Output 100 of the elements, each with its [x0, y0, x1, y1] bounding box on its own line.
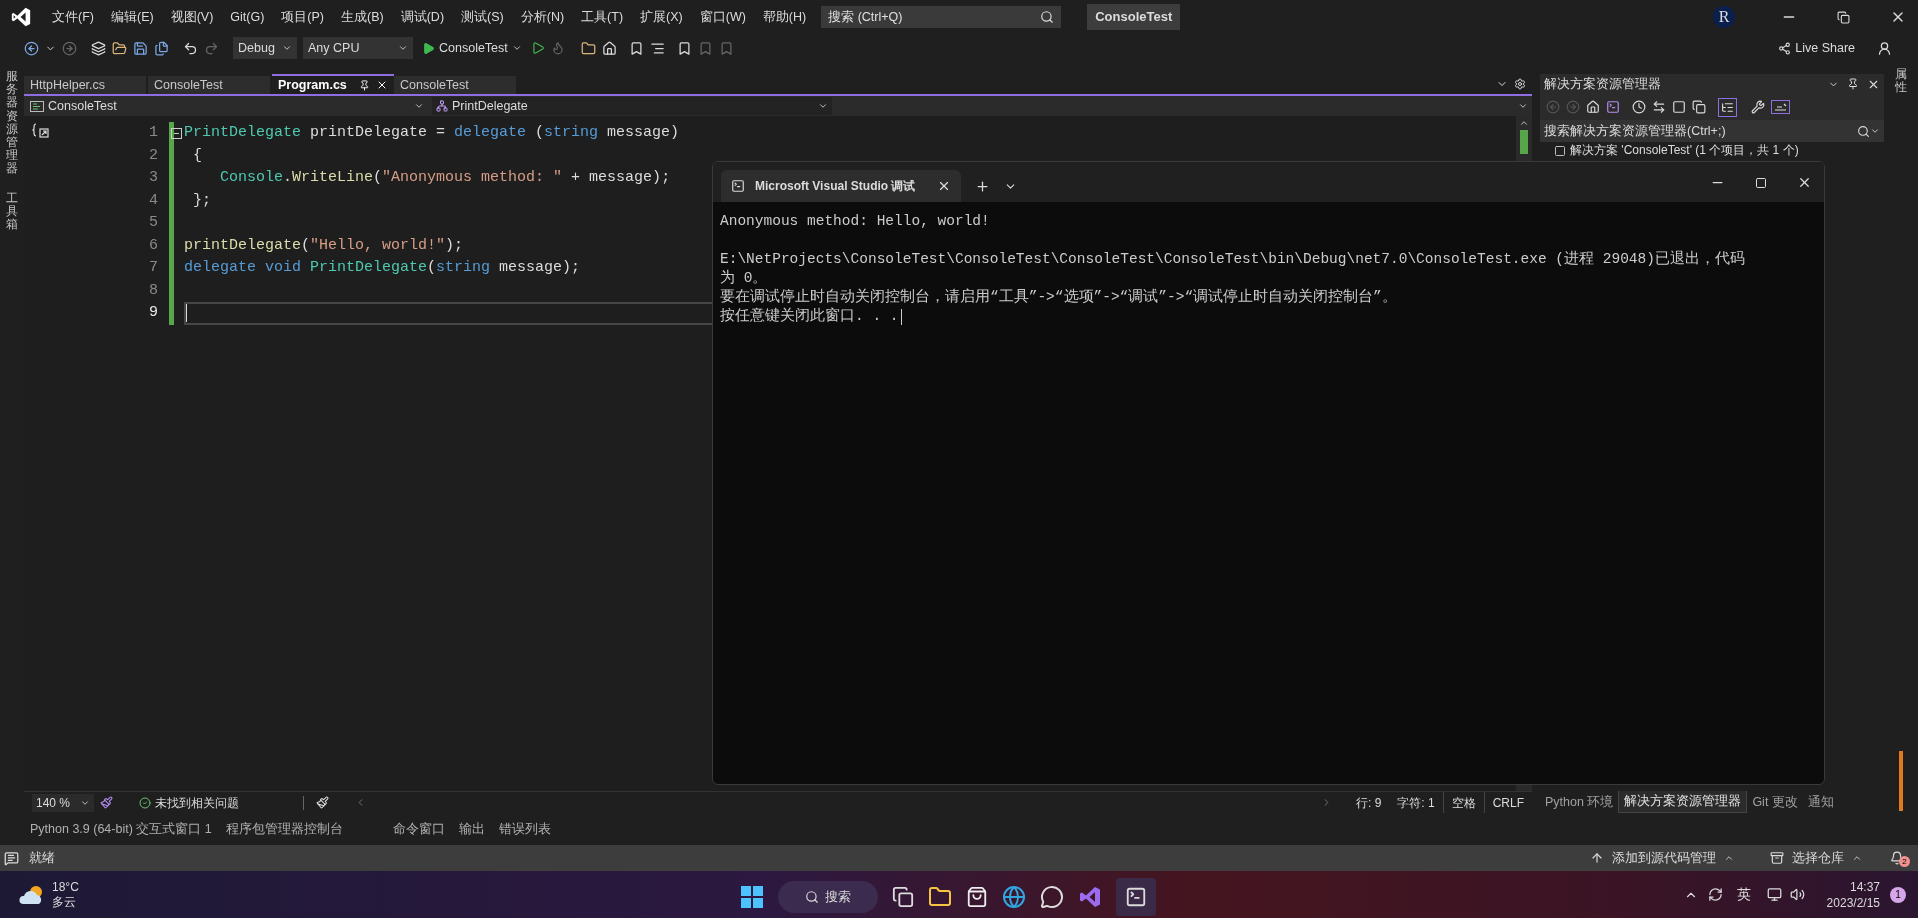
tool-window-tab[interactable]: 输出: [458, 819, 485, 839]
configuration-dropdown[interactable]: Debug: [233, 37, 297, 59]
line-ending-indicator[interactable]: CRLF: [1483, 792, 1532, 813]
source-control-button[interactable]: 添加到源代码管理: [1590, 848, 1734, 868]
close-icon[interactable]: [937, 179, 951, 193]
output-icon[interactable]: [4, 850, 19, 866]
menu-item[interactable]: 编辑(E): [102, 7, 162, 27]
home-icon[interactable]: [1586, 100, 1600, 114]
panel-tab[interactable]: Python 环境: [1540, 791, 1619, 813]
open-folder-icon[interactable]: [112, 40, 127, 56]
menu-item[interactable]: 分析(N): [512, 7, 573, 27]
terminal-app-button[interactable]: [1116, 878, 1156, 916]
settings-icon[interactable]: [1514, 78, 1526, 90]
home-icon[interactable]: [601, 40, 617, 56]
show-all-files-icon[interactable]: [1692, 100, 1706, 114]
flame-icon[interactable]: [550, 41, 565, 55]
member-dropdown[interactable]: PrintDelegate: [432, 96, 832, 116]
menu-item[interactable]: 窗口(W): [691, 7, 754, 27]
save-all-icon[interactable]: [154, 40, 169, 56]
project-dropdown[interactable]: ConsoleTest: [24, 96, 430, 116]
close-icon[interactable]: [376, 79, 388, 91]
restore-icon[interactable]: [1837, 10, 1850, 24]
undo-icon[interactable]: [183, 40, 198, 56]
pin-icon[interactable]: [1847, 78, 1859, 90]
document-tab[interactable]: ConsoleTest: [394, 76, 516, 94]
live-share-button[interactable]: Live Share: [1778, 38, 1855, 58]
folder-icon[interactable]: [580, 40, 596, 56]
redo-icon[interactable]: [204, 40, 219, 56]
menu-item[interactable]: 视图(V): [162, 7, 222, 27]
menu-item[interactable]: 工具(T): [573, 7, 632, 27]
preview-button[interactable]: [1771, 100, 1790, 114]
brush-icon[interactable]: [316, 796, 329, 809]
input-method[interactable]: 英: [1736, 884, 1751, 905]
zoom-dropdown[interactable]: 140 %: [32, 793, 94, 812]
tool-window-tab[interactable]: 错误列表: [498, 819, 551, 839]
scroll-up-icon[interactable]: [1519, 118, 1529, 128]
menu-item[interactable]: 生成(B): [333, 7, 392, 27]
start-icon[interactable]: [740, 885, 764, 909]
task-view-icon[interactable]: [892, 886, 914, 908]
menu-item[interactable]: 调试(D): [392, 7, 453, 27]
editor-app-icon[interactable]: [1078, 885, 1102, 909]
menu-item[interactable]: 扩展(X): [632, 7, 691, 27]
indent-icon[interactable]: [649, 40, 665, 56]
notification-badge[interactable]: 1: [1890, 886, 1906, 903]
maximize-icon[interactable]: [1755, 177, 1767, 189]
notifications-icon[interactable]: [1890, 851, 1904, 865]
volume-icon[interactable]: [1789, 887, 1805, 902]
save-icon[interactable]: [133, 40, 148, 56]
browser-icon[interactable]: [1002, 885, 1026, 909]
repository-button[interactable]: 选择仓库: [1770, 848, 1862, 868]
bookmark-icon[interactable]: [676, 40, 692, 56]
issues-indicator[interactable]: 未找到相关问题: [139, 793, 239, 812]
tool-window-tab[interactable]: Python 3.9 (64-bit) 交互式窗口 1: [30, 819, 212, 839]
menu-item[interactable]: 帮助(H): [754, 7, 815, 27]
sync-icon[interactable]: [1707, 887, 1723, 902]
clock-date[interactable]: 2023/2/15: [1826, 894, 1880, 911]
play-outline-icon[interactable]: [530, 41, 545, 55]
menu-item[interactable]: 项目(P): [273, 7, 332, 27]
store-icon[interactable]: [966, 886, 988, 908]
brush-icon[interactable]: [100, 796, 113, 809]
panel-tab[interactable]: 通知: [1802, 791, 1839, 813]
folder-icon[interactable]: [928, 885, 952, 909]
tree-view-button[interactable]: [1718, 97, 1737, 117]
menu-item[interactable]: 文件(F): [44, 7, 102, 27]
panel-tab[interactable]: 解决方案资源管理器: [1618, 791, 1748, 813]
taskbar-search[interactable]: 搜索: [778, 881, 878, 913]
back-icon[interactable]: [24, 40, 39, 56]
close-icon[interactable]: [1797, 175, 1812, 190]
side-tab[interactable]: 服务器资源管理器: [6, 70, 18, 176]
indent-indicator[interactable]: 空格: [1442, 792, 1484, 813]
wrench-icon[interactable]: [1751, 100, 1765, 114]
tool-window-tab[interactable]: 程序包管理器控制台: [225, 819, 343, 839]
tree-item[interactable]: 解决方案 'ConsoleTest' (1 个项目，共 1 个): [1570, 143, 1799, 158]
document-tab[interactable]: HttpHelper.cs: [24, 76, 146, 94]
menu-item[interactable]: 测试(S): [453, 7, 512, 27]
clock-time[interactable]: 14:37: [1849, 878, 1880, 895]
forward-icon[interactable]: [62, 40, 77, 56]
side-tab[interactable]: 属性: [1895, 68, 1907, 95]
search-field[interactable]: 搜索 (Ctrl+Q): [821, 6, 1062, 28]
menu-item[interactable]: Git(G): [222, 7, 273, 27]
collapse-icon[interactable]: [171, 127, 182, 139]
clock-icon[interactable]: [1632, 100, 1646, 114]
column-indicator[interactable]: 字符: 1: [1389, 793, 1443, 812]
bookmark-icon[interactable]: [628, 40, 644, 56]
start-button[interactable]: ConsoleTest: [419, 38, 525, 58]
platform-dropdown[interactable]: Any CPU: [303, 37, 413, 59]
network-icon[interactable]: [1766, 887, 1782, 902]
chat-icon[interactable]: [1040, 885, 1064, 909]
line-indicator[interactable]: 行: 9: [1347, 793, 1390, 812]
pin-icon[interactable]: [359, 79, 370, 91]
new-tab-icon[interactable]: [975, 179, 990, 194]
panel-tab[interactable]: Git 更改: [1747, 791, 1803, 813]
side-tab[interactable]: 工具箱: [6, 191, 18, 232]
code-lens-icon[interactable]: [32, 122, 50, 140]
console-tab[interactable]: Microsoft Visual Studio 调试: [721, 170, 961, 202]
search-field[interactable]: 搜索解决方案资源管理器(Ctrl+;): [1540, 120, 1884, 142]
sync-icon[interactable]: [1652, 100, 1666, 114]
account-avatar[interactable]: R: [1713, 6, 1735, 28]
tool-window-tab[interactable]: 命令窗口: [392, 819, 445, 839]
document-tab[interactable]: Program.cs: [272, 74, 394, 94]
